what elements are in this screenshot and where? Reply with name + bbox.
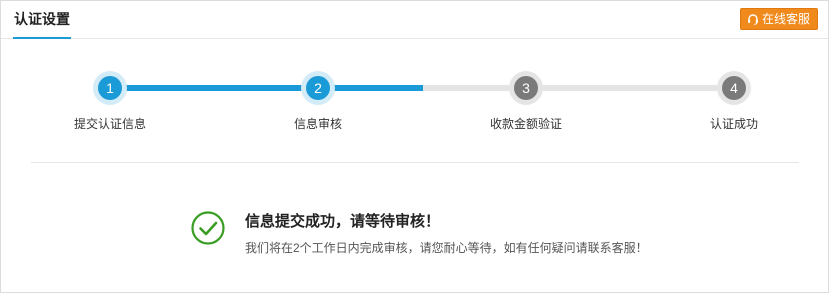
step-circle: 2 — [301, 71, 335, 105]
step-label: 信息审核 — [293, 117, 342, 131]
step-label: 收款金额验证 — [489, 117, 562, 131]
tab-auth-settings[interactable]: 认证设置 — [13, 1, 71, 39]
step-number: 3 — [514, 76, 538, 100]
step-number: 2 — [306, 76, 330, 100]
auth-settings-panel: 认证设置 在线客服 1 提交认证信息 2 信息审核 3 收款金额验证 4 认证成… — [0, 0, 829, 293]
step-info-review: 2 信息审核 — [248, 71, 388, 132]
step-amount-verify: 3 收款金额验证 — [456, 71, 596, 132]
result-title: 信息提交成功，请等待审核！ — [245, 213, 441, 230]
online-service-button[interactable]: 在线客服 — [739, 8, 818, 30]
result-description: 我们将在2个工作日内完成审核，请您耐心等待，如有任何疑问请联系客服！ — [245, 241, 648, 255]
step-auth-success: 4 认证成功 — [664, 71, 804, 132]
headset-icon — [747, 14, 758, 25]
step-circle: 4 — [717, 71, 751, 105]
step-circle: 3 — [509, 71, 543, 105]
step-label: 认证成功 — [709, 117, 758, 131]
check-circle-icon — [191, 211, 225, 245]
panel-header: 认证设置 在线客服 — [1, 1, 828, 39]
online-service-label: 在线客服 — [761, 12, 810, 26]
progress-steps: 1 提交认证信息 2 信息审核 3 收款金额验证 4 认证成功 — [1, 71, 828, 141]
step-submit-info: 1 提交认证信息 — [40, 71, 180, 132]
step-label: 提交认证信息 — [73, 117, 146, 131]
step-number: 4 — [722, 76, 746, 100]
divider — [31, 162, 799, 163]
step-number: 1 — [98, 76, 122, 100]
step-circle: 1 — [93, 71, 127, 105]
